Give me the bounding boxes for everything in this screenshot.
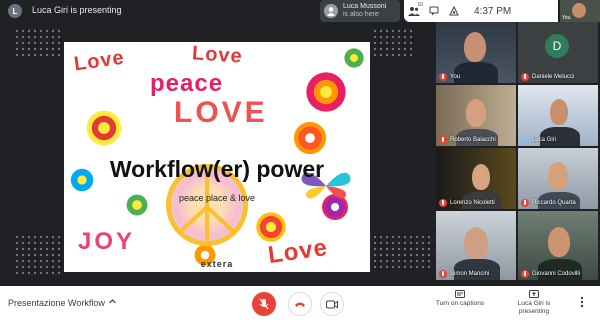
participant-name: Luca Giri bbox=[532, 137, 557, 143]
self-preview[interactable]: You bbox=[560, 0, 600, 22]
slide-word: Love bbox=[191, 42, 244, 68]
chat-icon[interactable] bbox=[424, 2, 444, 20]
captions-icon bbox=[432, 290, 488, 300]
decorative-dots bbox=[372, 28, 412, 58]
participant-tile[interactable]: Giovanni Codovilli bbox=[518, 211, 598, 280]
slide-word: peace bbox=[150, 70, 224, 97]
mic-muted-icon bbox=[439, 73, 447, 81]
participant-video bbox=[466, 99, 486, 127]
speaking-indicator-icon bbox=[521, 137, 529, 143]
participant-video bbox=[548, 227, 570, 257]
also-here-notice[interactable]: Luca Mussoni is also here bbox=[320, 0, 400, 22]
flower-decoration bbox=[292, 120, 328, 156]
slide-logo: extera bbox=[200, 259, 234, 269]
participant-tile[interactable]: You bbox=[436, 22, 516, 83]
top-bar: L Luca Giri is presenting Luca Mussoni i… bbox=[0, 0, 600, 22]
participant-name: Giovanni Codovilli bbox=[532, 271, 581, 277]
decorative-dots bbox=[14, 28, 62, 58]
self-label: You bbox=[562, 15, 571, 21]
people-icon[interactable]: 10 bbox=[404, 2, 424, 20]
presenter-avatar: L bbox=[8, 4, 22, 18]
decorative-dots bbox=[14, 234, 62, 274]
bottom-bar: Presentazione Workflow Turn on captions … bbox=[0, 286, 600, 323]
meeting-title[interactable]: Presentazione Workflow bbox=[8, 298, 105, 308]
participant-video bbox=[548, 162, 568, 190]
present-icon bbox=[506, 290, 562, 300]
presenting-status: Luca Giri is presenting bbox=[32, 5, 122, 15]
participant-tile[interactable]: Luca Giri bbox=[518, 85, 598, 146]
participant-tile[interactable]: D Daniele Melucci bbox=[518, 22, 598, 83]
mic-muted-icon bbox=[439, 270, 447, 278]
mic-muted-icon bbox=[521, 73, 529, 81]
present-label-line2: presenting bbox=[518, 308, 550, 315]
also-here-sub: is also here bbox=[343, 11, 379, 18]
leave-call-button[interactable] bbox=[288, 292, 312, 316]
flower-decoration bbox=[84, 108, 124, 148]
slide-title: Workflow(er) power bbox=[109, 156, 325, 182]
participant-count: 10 bbox=[417, 2, 423, 8]
participant-tile[interactable]: Roberto Balacchi bbox=[436, 85, 516, 146]
participant-name: Lorenzo Nicoletti bbox=[450, 200, 495, 206]
avatar bbox=[572, 3, 586, 18]
flower-decoration bbox=[254, 210, 288, 244]
participant-video bbox=[464, 32, 486, 62]
participant-tile[interactable]: Riccardo Quarta bbox=[518, 148, 598, 209]
participant-video bbox=[472, 164, 490, 190]
slide-subtitle: peace place & love bbox=[178, 193, 256, 203]
decorative-dots bbox=[372, 234, 432, 272]
shared-slide: Love Love peace LOVE JOY Love Workflow(e… bbox=[64, 42, 370, 272]
mic-muted-icon bbox=[439, 199, 447, 207]
slide-word: JOY bbox=[78, 228, 136, 255]
mic-muted-icon bbox=[521, 199, 529, 207]
mic-muted-icon bbox=[439, 136, 447, 144]
camera-button[interactable] bbox=[320, 292, 344, 316]
participant-tile[interactable]: Lorenzo Nicoletti bbox=[436, 148, 516, 209]
present-label-line1: Luca Giri is bbox=[517, 300, 551, 307]
avatar: D bbox=[545, 34, 569, 58]
chevron-up-icon[interactable] bbox=[108, 297, 117, 308]
more-options-icon[interactable] bbox=[580, 296, 584, 311]
avatar bbox=[324, 4, 338, 18]
activities-icon[interactable] bbox=[444, 2, 464, 20]
clock: 4:37 PM bbox=[474, 5, 512, 17]
flower-decoration bbox=[304, 70, 348, 114]
also-here-name: Luca Mussoni bbox=[343, 3, 387, 10]
participant-name: Simon Mancini bbox=[450, 271, 490, 277]
flower-decoration bbox=[342, 46, 366, 70]
participant-video bbox=[464, 227, 488, 259]
mic-off-button[interactable] bbox=[252, 292, 276, 316]
slide-word: Love bbox=[72, 46, 126, 76]
presentation-area: Love Love peace LOVE JOY Love Workflow(e… bbox=[0, 22, 436, 280]
participant-grid: You D Daniele Melucci Roberto Balacchi L… bbox=[436, 22, 600, 280]
participant-name: Roberto Balacchi bbox=[450, 137, 496, 143]
captions-button[interactable]: Turn on captions bbox=[432, 290, 488, 308]
participant-name: Riccardo Quarta bbox=[532, 200, 576, 206]
participant-name: You bbox=[450, 74, 461, 80]
present-status-button[interactable]: Luca Giri is presenting bbox=[506, 290, 562, 316]
camera-icon bbox=[326, 300, 338, 308]
meeting-toolbar: 10 4:37 PM bbox=[404, 0, 558, 22]
slide-word: LOVE bbox=[174, 96, 268, 129]
mic-off-icon bbox=[259, 298, 269, 310]
captions-label: Turn on captions bbox=[435, 300, 485, 307]
participant-tile[interactable]: Simon Mancini bbox=[436, 211, 516, 280]
participant-name: Daniele Melucci bbox=[532, 74, 575, 80]
participant-video bbox=[454, 62, 498, 83]
hang-up-icon bbox=[295, 302, 305, 307]
mic-muted-icon bbox=[521, 270, 529, 278]
participant-video bbox=[550, 99, 568, 125]
